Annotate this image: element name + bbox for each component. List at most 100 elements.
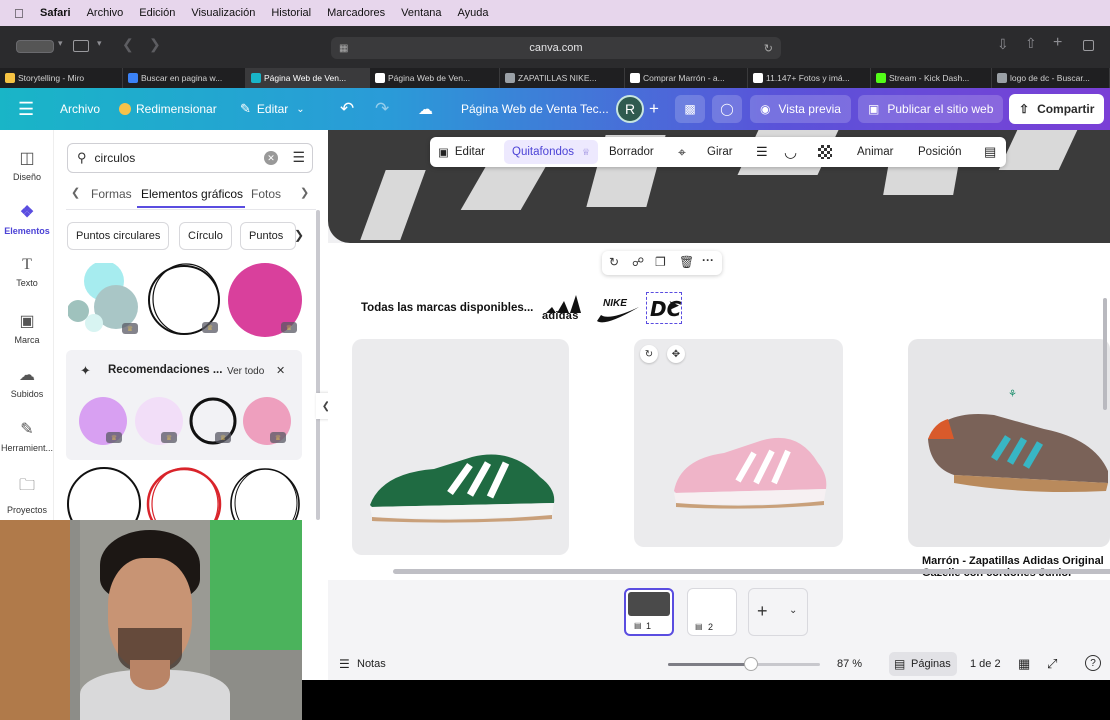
page-thumbnail-1[interactable]: 1 ▤ <box>624 588 674 636</box>
menu-ayuda[interactable]: Ayuda <box>458 7 489 19</box>
sidebar-pill-icon[interactable] <box>16 40 54 53</box>
browser-tab[interactable]: Stream - Kick Dash... <box>871 68 992 88</box>
regenerate-icon[interactable]: ↻ <box>609 255 619 269</box>
editar-button[interactable]: ✎ Editar ⌄ <box>240 88 305 130</box>
rail-item-texto[interactable]: T Texto <box>0 256 54 288</box>
publicar-button[interactable]: ▣ Publicar el sitio web <box>858 95 1004 123</box>
nike-logo[interactable]: NIKE <box>595 295 641 325</box>
clear-icon[interactable]: ✕ <box>264 151 278 165</box>
grid-view-icon[interactable]: ▦ <box>1018 656 1030 672</box>
menu-ventana[interactable]: Ventana <box>401 7 441 19</box>
url-bar[interactable]: ▦ canva.com ↻ <box>331 37 781 59</box>
page-settings-icon[interactable]: ▦ <box>339 43 348 54</box>
menu-archivo[interactable]: Archivo <box>87 7 124 19</box>
chip-circulo[interactable]: Círculo <box>179 222 232 250</box>
adidas-logo[interactable]: adidas <box>542 293 584 323</box>
paginas-button[interactable]: ▤ Páginas <box>889 652 957 676</box>
menu-safari[interactable]: Safari <box>40 7 71 19</box>
design-title[interactable]: Página Web de Venta Tec... <box>461 88 609 130</box>
tabs-prev-icon[interactable]: ❮ <box>71 186 80 199</box>
duplicate-icon[interactable]: ❐ <box>655 255 666 269</box>
move-handle-icon[interactable]: ✥ <box>667 345 685 363</box>
product-caption-line1[interactable]: Marrón - Zapatillas Adidas Original <box>922 555 1104 567</box>
browser-tab[interactable]: Buscar en pagina w... <box>123 68 246 88</box>
reload-icon[interactable]: ↻ <box>764 42 773 55</box>
add-collaborator-icon[interactable]: + <box>649 88 659 130</box>
notes-icon[interactable]: ☰ <box>339 657 350 671</box>
rail-item-subidos[interactable]: ☁ Subidos <box>0 365 54 399</box>
lock-icon[interactable]: ☍ <box>632 255 644 269</box>
browser-tab[interactable]: 11.147+ Fotos y imá... <box>748 68 871 88</box>
corner-rounding-icon[interactable]: ◡ <box>784 137 797 167</box>
fullscreen-icon[interactable]: ⤢ <box>1047 656 1057 672</box>
chevron-down-icon[interactable]: ▾ <box>58 38 63 49</box>
tab-elementos-graficos[interactable]: Elementos gráficos <box>141 187 243 201</box>
product-card-brown[interactable]: ⚘ <box>908 339 1110 547</box>
ver-todo-link[interactable]: Ver todo <box>227 366 264 377</box>
zoom-slider-handle[interactable] <box>744 657 758 671</box>
browser-tab[interactable]: ZAPATILLAS NIKE... <box>500 68 625 88</box>
avatar[interactable]: R <box>616 88 644 130</box>
animar-button[interactable]: Animar <box>857 137 893 167</box>
chip-puntos-circulares[interactable]: Puntos circulares <box>67 222 170 250</box>
borrador-button[interactable]: Borrador <box>609 137 654 167</box>
edit-image-button[interactable]: ▣ Editar <box>438 137 485 167</box>
cloud-saved-icon[interactable]: ☁ <box>418 88 433 130</box>
graphic-red-circle[interactable] <box>146 466 224 520</box>
border-style-icon[interactable]: ☰ <box>756 137 768 167</box>
add-page-button[interactable]: + ⌄ <box>748 588 808 636</box>
graphic-double-circle[interactable] <box>229 466 303 520</box>
search-input[interactable]: ⚲ circulos ✕ ☰ <box>67 143 313 173</box>
girar-button[interactable]: Girar <box>707 137 733 167</box>
rotate-handle-icon[interactable]: ↻ <box>640 345 658 363</box>
undo-icon[interactable]: ↶ <box>340 88 354 130</box>
menu-historial[interactable]: Historial <box>271 7 311 19</box>
graphic-thin-circle[interactable] <box>66 466 144 520</box>
tab-overview-icon[interactable] <box>1083 40 1094 51</box>
graphic-pink-circle[interactable]: ♕ <box>227 263 303 337</box>
panel-scrollbar[interactable] <box>316 210 320 520</box>
posicion-button[interactable]: Posición <box>918 137 961 167</box>
copy-style-icon[interactable]: ▤ <box>984 137 996 167</box>
rail-item-proyectos[interactable]: 🗀 Proyectos <box>0 474 54 515</box>
rail-item-herramientas[interactable]: ✎ Herramient... <box>0 419 54 453</box>
menu-marcadores[interactable]: Marcadores <box>327 7 385 19</box>
filter-icon[interactable]: ☰ <box>292 149 305 166</box>
browser-tab[interactable]: Comprar Marrón - a... <box>625 68 748 88</box>
chevron-down-icon[interactable]: ▾ <box>97 38 102 49</box>
zoom-level[interactable]: 87 % <box>837 658 862 670</box>
reco-outline-circle[interactable] <box>188 396 240 448</box>
rail-item-diseno[interactable]: ◫ Diseño <box>0 148 54 182</box>
forward-icon[interactable]: ❯ <box>149 36 161 53</box>
new-tab-icon[interactable]: + <box>1053 34 1062 52</box>
product-card-pink[interactable]: ↻ ✥ <box>634 339 843 547</box>
hamburger-icon[interactable]: ☰ <box>18 88 34 130</box>
transparency-icon[interactable] <box>818 137 832 167</box>
menu-visualizacion[interactable]: Visualización <box>191 7 255 19</box>
menu-edicion[interactable]: Edición <box>139 7 175 19</box>
download-icon[interactable]: ⇩ <box>997 36 1009 53</box>
tabs-next-icon[interactable]: ❯ <box>300 186 309 199</box>
chips-next-icon[interactable]: ❯ <box>294 228 304 242</box>
reco-lavender-circle[interactable] <box>134 396 186 448</box>
tab-fotos[interactable]: Fotos <box>251 187 281 201</box>
browser-tab[interactable]: Página Web de Ven... <box>246 68 370 88</box>
close-icon[interactable]: ✕ <box>276 364 285 377</box>
redimensionar-button[interactable]: Redimensionar <box>119 88 217 130</box>
apple-icon[interactable]:  <box>14 6 28 21</box>
sidebar-toggle-icon[interactable] <box>73 40 89 52</box>
tab-formas[interactable]: Formas <box>91 187 132 201</box>
notas-button[interactable]: Notas <box>357 658 386 670</box>
more-options-icon[interactable]: ··· <box>702 253 714 267</box>
reco-purple-circle[interactable] <box>78 396 130 448</box>
share-icon[interactable]: ⇧ <box>1025 35 1037 52</box>
vista-previa-button[interactable]: ◉ Vista previa <box>750 95 851 123</box>
graphic-dots-circles[interactable]: ♕ <box>67 261 144 335</box>
browser-tab[interactable]: Storytelling - Miro <box>0 68 123 88</box>
crop-icon[interactable]: ⌖ <box>678 137 686 167</box>
browser-tab[interactable]: Página Web de Ven... <box>370 68 500 88</box>
graphic-sketch-circle[interactable]: ♕ <box>146 262 224 338</box>
brands-text[interactable]: Todas las marcas disponibles... <box>361 302 533 314</box>
canvas-vertical-scrollbar[interactable] <box>1103 298 1107 410</box>
redo-icon[interactable]: ↷ <box>375 88 389 130</box>
